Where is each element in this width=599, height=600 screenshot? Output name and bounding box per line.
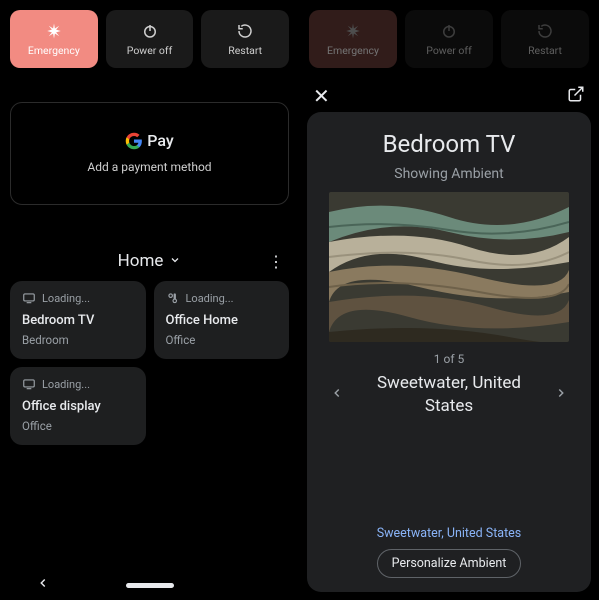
poweroff-button: Power off xyxy=(405,10,493,68)
device-detail-panel: Bedroom TV Showing Ambient 1 of 5 Sweetw… xyxy=(307,112,591,592)
tile-status-row: Loading... xyxy=(22,291,134,305)
tile-room: Bedroom xyxy=(22,333,134,347)
open-external-button[interactable] xyxy=(567,85,585,107)
detail-panel-header: ✕ xyxy=(299,78,599,110)
next-artwork-button[interactable] xyxy=(548,379,574,410)
home-header: Home ⋮ xyxy=(14,251,285,271)
tile-name: Office display xyxy=(22,399,134,414)
tile-loading-text: Loading... xyxy=(42,378,90,391)
asterisk-icon xyxy=(344,22,362,40)
tv-icon xyxy=(22,291,36,305)
close-button[interactable]: ✕ xyxy=(313,84,330,108)
power-icon xyxy=(141,22,159,40)
poweroff-label: Power off xyxy=(127,44,172,57)
display-icon xyxy=(22,377,36,391)
gpay-logo: Pay xyxy=(125,131,173,150)
tile-name: Office Home xyxy=(166,313,278,328)
tile-loading-text: Loading... xyxy=(186,292,234,305)
gpay-subtitle: Add a payment method xyxy=(87,160,211,174)
restart-icon xyxy=(536,22,554,40)
device-tile-office-display[interactable]: Loading... Office display Office xyxy=(10,367,146,445)
device-tile-bedroom-tv[interactable]: Loading... Bedroom TV Bedroom xyxy=(10,281,146,359)
tile-name: Bedroom TV xyxy=(22,313,134,328)
tile-status-row: Loading... xyxy=(166,291,278,305)
chevron-down-icon xyxy=(169,254,181,269)
nav-bar xyxy=(0,570,299,600)
asterisk-icon xyxy=(45,22,63,40)
gpay-card[interactable]: Pay Add a payment method xyxy=(10,102,289,205)
ambient-artwork xyxy=(329,192,569,342)
restart-label: Restart xyxy=(528,44,562,57)
emergency-button: Emergency xyxy=(309,10,397,68)
restart-button: Restart xyxy=(501,10,589,68)
restart-icon xyxy=(236,22,254,40)
google-g-icon xyxy=(125,132,143,150)
home-dropdown[interactable]: Home xyxy=(118,251,182,271)
thermostat-icon xyxy=(166,291,180,305)
screen-device-detail: Emergency Power off Restart ✕ Bedroom TV… xyxy=(299,0,599,600)
tile-status-row: Loading... xyxy=(22,377,134,391)
detail-title: Bedroom TV xyxy=(383,130,516,158)
restart-label: Restart xyxy=(228,44,262,57)
personalize-ambient-button[interactable]: Personalize Ambient xyxy=(377,549,522,578)
emergency-label: Emergency xyxy=(28,44,80,57)
artwork-counter: 1 of 5 xyxy=(434,352,464,366)
device-tiles: Loading... Bedroom TV Bedroom Loading...… xyxy=(10,281,289,445)
power-icon xyxy=(440,22,458,40)
tile-room: Office xyxy=(166,333,278,347)
poweroff-button[interactable]: Power off xyxy=(106,10,194,68)
power-menu: Emergency Power off Restart xyxy=(0,0,299,78)
gpay-brand-text: Pay xyxy=(147,131,173,150)
prev-artwork-button[interactable] xyxy=(324,379,350,410)
nav-home-pill[interactable] xyxy=(126,583,174,588)
emergency-label: Emergency xyxy=(327,44,379,57)
restart-button[interactable]: Restart xyxy=(201,10,289,68)
screen-power-home: Emergency Power off Restart Pay Add a pa xyxy=(0,0,299,600)
power-menu-dimmed: Emergency Power off Restart xyxy=(299,0,599,78)
overflow-menu-button[interactable]: ⋮ xyxy=(268,252,285,271)
poweroff-label: Power off xyxy=(426,44,471,57)
emergency-button[interactable]: Emergency xyxy=(10,10,98,68)
nav-back-button[interactable] xyxy=(36,576,50,594)
artwork-location-link[interactable]: Sweetwater, United States xyxy=(377,526,522,541)
artwork-caption: Sweetwater, United States xyxy=(364,372,534,418)
tile-room: Office xyxy=(22,419,134,433)
caption-row: Sweetwater, United States xyxy=(319,372,579,418)
detail-status: Showing Ambient xyxy=(394,166,503,182)
device-tile-office-home[interactable]: Loading... Office Home Office xyxy=(154,281,290,359)
home-title-text: Home xyxy=(118,251,164,271)
tile-loading-text: Loading... xyxy=(42,292,90,305)
